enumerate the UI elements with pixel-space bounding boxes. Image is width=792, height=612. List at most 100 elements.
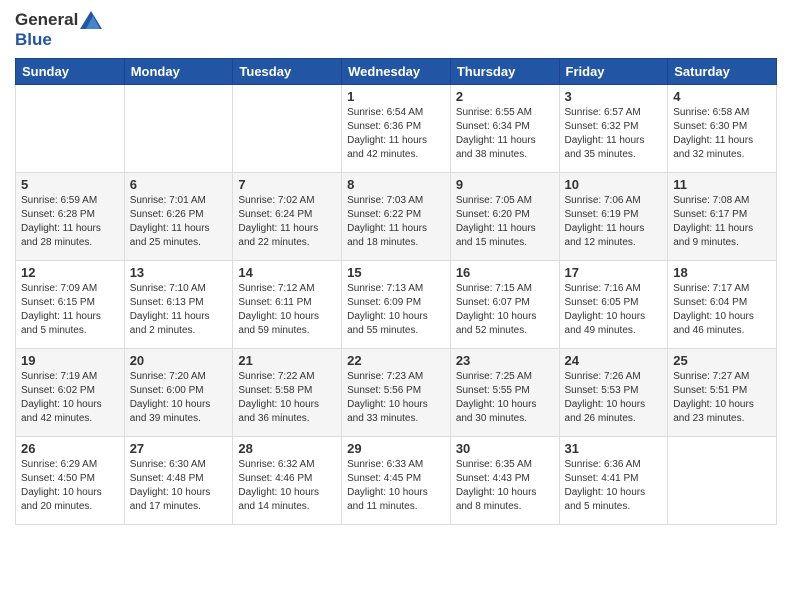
day-info: Sunrise: 7:08 AM Sunset: 6:17 PM Dayligh… [673,194,771,250]
logo-blue: Blue [15,30,102,50]
calendar-cell: 23 Sunrise: 7:25 AM Sunset: 5:55 PM Dayli… [450,349,559,437]
day-info: Sunrise: 6:30 AM Sunset: 4:48 PM Dayligh… [130,458,228,514]
calendar-cell: 9 Sunrise: 7:05 AM Sunset: 6:20 PM Daylig… [450,173,559,261]
day-info: Sunrise: 6:57 AM Sunset: 6:32 PM Dayligh… [565,106,663,162]
day-number: 2 [456,89,554,104]
weekday-header-saturday: Saturday [668,59,777,85]
calendar-cell: 21 Sunrise: 7:22 AM Sunset: 5:58 PM Dayli… [233,349,342,437]
calendar-cell: 17 Sunrise: 7:16 AM Sunset: 6:05 PM Dayli… [559,261,668,349]
day-info: Sunrise: 6:35 AM Sunset: 4:43 PM Dayligh… [456,458,554,514]
calendar-cell: 5Sunrise: 6:59 AM Sunset: 6:28 PM Daylig… [16,173,125,261]
calendar-cell: 27 Sunrise: 6:30 AM Sunset: 4:48 PM Dayli… [124,437,233,525]
day-info: Sunrise: 7:25 AM Sunset: 5:55 PM Dayligh… [456,370,554,426]
day-number: 25 [673,353,771,368]
calendar-cell: 19Sunrise: 7:19 AM Sunset: 6:02 PM Dayli… [16,349,125,437]
day-number: 20 [130,353,228,368]
header: General Blue [15,10,777,50]
day-number: 14 [238,265,336,280]
calendar: SundayMondayTuesdayWednesdayThursdayFrid… [15,58,777,525]
logo-icon [80,11,102,29]
week-row-3: 19Sunrise: 7:19 AM Sunset: 6:02 PM Dayli… [16,349,777,437]
day-number: 4 [673,89,771,104]
day-info: Sunrise: 6:36 AM Sunset: 4:41 PM Dayligh… [565,458,663,514]
calendar-cell: 24 Sunrise: 7:26 AM Sunset: 5:53 PM Dayli… [559,349,668,437]
day-number: 30 [456,441,554,456]
calendar-cell: 26 Sunrise: 6:29 AM Sunset: 4:50 PM Dayli… [16,437,125,525]
calendar-cell: 29 Sunrise: 6:33 AM Sunset: 4:45 PM Dayli… [342,437,451,525]
day-number: 8 [347,177,445,192]
day-number: 6 [130,177,228,192]
day-info: Sunrise: 7:06 AM Sunset: 6:19 PM Dayligh… [565,194,663,250]
calendar-cell: 25Sunrise: 7:27 AM Sunset: 5:51 PM Dayli… [668,349,777,437]
day-number: 17 [565,265,663,280]
calendar-cell: 22 Sunrise: 7:23 AM Sunset: 5:56 PM Dayli… [342,349,451,437]
day-number: 3 [565,89,663,104]
calendar-cell: 12Sunrise: 7:09 AM Sunset: 6:15 PM Dayli… [16,261,125,349]
day-info: Sunrise: 6:33 AM Sunset: 4:45 PM Dayligh… [347,458,445,514]
calendar-cell: 30 Sunrise: 6:35 AM Sunset: 4:43 PM Dayli… [450,437,559,525]
day-info: Sunrise: 7:17 AM Sunset: 6:04 PM Dayligh… [673,282,771,338]
calendar-cell: 8Sunrise: 7:03 AM Sunset: 6:22 PM Daylig… [342,173,451,261]
day-info: Sunrise: 7:16 AM Sunset: 6:05 PM Dayligh… [565,282,663,338]
calendar-cell: 10 Sunrise: 7:06 AM Sunset: 6:19 PM Dayli… [559,173,668,261]
calendar-cell [16,85,125,173]
day-number: 22 [347,353,445,368]
calendar-cell: 11 Sunrise: 7:08 AM Sunset: 6:17 PM Dayli… [668,173,777,261]
calendar-cell: 18 Sunrise: 7:17 AM Sunset: 6:04 PM Dayli… [668,261,777,349]
day-info: Sunrise: 6:54 AM Sunset: 6:36 PM Dayligh… [347,106,445,162]
weekday-header-row: SundayMondayTuesdayWednesdayThursdayFrid… [16,59,777,85]
week-row-2: 12Sunrise: 7:09 AM Sunset: 6:15 PM Dayli… [16,261,777,349]
day-info: Sunrise: 6:55 AM Sunset: 6:34 PM Dayligh… [456,106,554,162]
day-info: Sunrise: 7:12 AM Sunset: 6:11 PM Dayligh… [238,282,336,338]
week-row-1: 5Sunrise: 6:59 AM Sunset: 6:28 PM Daylig… [16,173,777,261]
day-number: 5 [21,177,119,192]
day-info: Sunrise: 7:10 AM Sunset: 6:13 PM Dayligh… [130,282,228,338]
day-info: Sunrise: 7:26 AM Sunset: 5:53 PM Dayligh… [565,370,663,426]
day-number: 26 [21,441,119,456]
calendar-cell: 16Sunrise: 7:15 AM Sunset: 6:07 PM Dayli… [450,261,559,349]
day-info: Sunrise: 7:05 AM Sunset: 6:20 PM Dayligh… [456,194,554,250]
calendar-cell: 1Sunrise: 6:54 AM Sunset: 6:36 PM Daylig… [342,85,451,173]
calendar-cell: 15Sunrise: 7:13 AM Sunset: 6:09 PM Dayli… [342,261,451,349]
day-info: Sunrise: 6:32 AM Sunset: 4:46 PM Dayligh… [238,458,336,514]
calendar-cell: 4 Sunrise: 6:58 AM Sunset: 6:30 PM Daylig… [668,85,777,173]
day-info: Sunrise: 7:02 AM Sunset: 6:24 PM Dayligh… [238,194,336,250]
calendar-cell: 6 Sunrise: 7:01 AM Sunset: 6:26 PM Daylig… [124,173,233,261]
day-info: Sunrise: 7:01 AM Sunset: 6:26 PM Dayligh… [130,194,228,250]
day-number: 24 [565,353,663,368]
calendar-cell: 28 Sunrise: 6:32 AM Sunset: 4:46 PM Dayli… [233,437,342,525]
day-number: 13 [130,265,228,280]
logo: General Blue [15,10,102,50]
calendar-cell: 3 Sunrise: 6:57 AM Sunset: 6:32 PM Daylig… [559,85,668,173]
day-number: 7 [238,177,336,192]
day-number: 31 [565,441,663,456]
calendar-cell [668,437,777,525]
calendar-cell: 7 Sunrise: 7:02 AM Sunset: 6:24 PM Daylig… [233,173,342,261]
calendar-cell: 31 Sunrise: 6:36 AM Sunset: 4:41 PM Dayli… [559,437,668,525]
day-number: 21 [238,353,336,368]
calendar-cell [233,85,342,173]
weekday-header-thursday: Thursday [450,59,559,85]
day-number: 29 [347,441,445,456]
day-number: 15 [347,265,445,280]
calendar-cell: 2 Sunrise: 6:55 AM Sunset: 6:34 PM Daylig… [450,85,559,173]
weekday-header-friday: Friday [559,59,668,85]
day-info: Sunrise: 6:58 AM Sunset: 6:30 PM Dayligh… [673,106,771,162]
day-number: 28 [238,441,336,456]
day-number: 18 [673,265,771,280]
day-number: 9 [456,177,554,192]
day-number: 16 [456,265,554,280]
week-row-4: 26 Sunrise: 6:29 AM Sunset: 4:50 PM Dayli… [16,437,777,525]
day-info: Sunrise: 7:22 AM Sunset: 5:58 PM Dayligh… [238,370,336,426]
calendar-cell: 20 Sunrise: 7:20 AM Sunset: 6:00 PM Dayli… [124,349,233,437]
weekday-header-sunday: Sunday [16,59,125,85]
day-number: 27 [130,441,228,456]
day-info: Sunrise: 7:20 AM Sunset: 6:00 PM Dayligh… [130,370,228,426]
weekday-header-monday: Monday [124,59,233,85]
day-number: 11 [673,177,771,192]
calendar-cell [124,85,233,173]
day-info: Sunrise: 7:23 AM Sunset: 5:56 PM Dayligh… [347,370,445,426]
day-number: 10 [565,177,663,192]
day-info: Sunrise: 6:29 AM Sunset: 4:50 PM Dayligh… [21,458,119,514]
day-number: 23 [456,353,554,368]
